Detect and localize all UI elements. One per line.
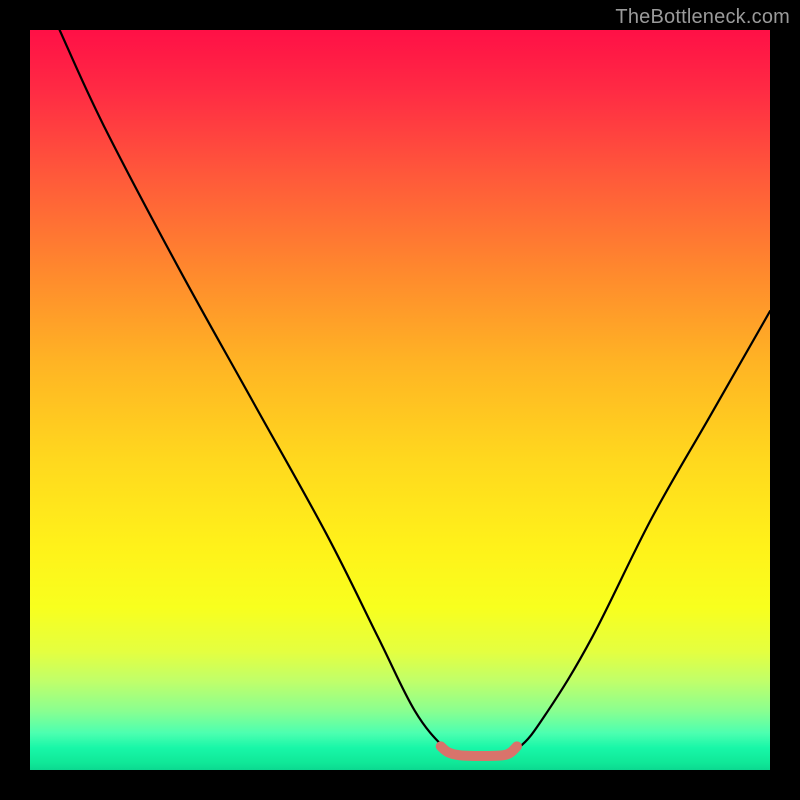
black-curve (60, 30, 770, 756)
watermark-text: TheBottleneck.com (615, 6, 790, 29)
plot-area (30, 30, 770, 770)
red-segment (441, 746, 517, 756)
chart-svg (30, 30, 770, 770)
